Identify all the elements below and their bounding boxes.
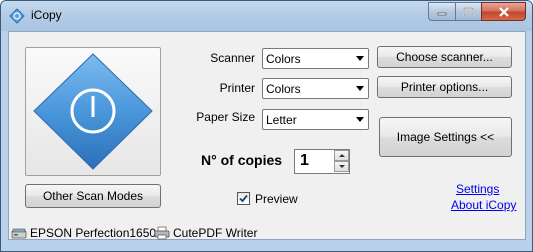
checkmark-icon — [239, 194, 248, 203]
client-area: Other Scan Modes Scanner Colors Printer … — [8, 31, 526, 240]
scanner-icon — [11, 226, 27, 240]
preview-label: Preview — [255, 192, 298, 206]
status-printer: CutePDF Writer — [154, 226, 257, 240]
choose-scanner-button[interactable]: Choose scanner... — [377, 46, 512, 68]
chevron-down-icon — [356, 86, 364, 91]
printer-label: Printer — [219, 81, 255, 95]
increment-button[interactable] — [334, 150, 349, 161]
choose-scanner-label: Choose scanner... — [396, 50, 493, 64]
decrement-button[interactable] — [334, 161, 349, 172]
minimize-icon — [437, 12, 447, 15]
copies-label: N° of copies — [201, 152, 283, 168]
chevron-down-icon — [356, 56, 364, 61]
paper-size-select[interactable]: Letter — [262, 109, 369, 130]
arrow-up-icon — [338, 154, 345, 157]
copies-value: 1 — [300, 152, 309, 169]
image-settings-label: Image Settings << — [396, 130, 495, 144]
other-scan-modes-button[interactable]: Other Scan Modes — [25, 184, 161, 208]
other-scan-modes-label: Other Scan Modes — [42, 189, 144, 203]
chevron-down-icon — [356, 117, 364, 122]
printer-name: CutePDF Writer — [173, 226, 258, 240]
close-icon — [498, 6, 509, 17]
icopy-window: iCopy Other Scan Modes Scanner Colors Pr… — [0, 0, 533, 252]
image-settings-button[interactable]: Image Settings << — [379, 117, 512, 157]
paper-size-label: Paper Size — [196, 110, 255, 124]
about-link[interactable]: About iCopy — [451, 198, 516, 212]
icopy-app-icon — [9, 8, 25, 24]
scanner-name: EPSON Perfection1650 — [30, 226, 157, 240]
scanner-label: Scanner — [210, 51, 255, 65]
title-bar[interactable]: iCopy — [1, 1, 532, 31]
window-title: iCopy — [31, 8, 62, 22]
caption-buttons — [428, 2, 526, 22]
maximize-icon — [463, 7, 474, 16]
paper-size-select-value: Letter — [266, 113, 297, 127]
scanner-select[interactable]: Colors — [262, 48, 369, 69]
maximize-button[interactable] — [455, 2, 481, 21]
minimize-button[interactable] — [428, 2, 455, 21]
arrow-down-icon — [338, 165, 345, 168]
printer-options-label: Printer options... — [400, 80, 489, 94]
scanner-select-value: Colors — [266, 52, 301, 66]
spin-buttons — [334, 150, 349, 173]
printer-select-value: Colors — [266, 82, 301, 96]
printer-icon — [154, 226, 170, 240]
copies-stepper[interactable]: 1 — [294, 149, 350, 174]
printer-options-button[interactable]: Printer options... — [377, 76, 512, 98]
power-icon — [33, 53, 153, 170]
close-button[interactable] — [481, 2, 526, 21]
preview-checkbox[interactable] — [237, 192, 250, 205]
settings-link[interactable]: Settings — [456, 182, 499, 196]
printer-select[interactable]: Colors — [262, 78, 369, 99]
scan-logo-button[interactable] — [25, 47, 161, 176]
status-scanner: EPSON Perfection1650 — [11, 226, 156, 240]
